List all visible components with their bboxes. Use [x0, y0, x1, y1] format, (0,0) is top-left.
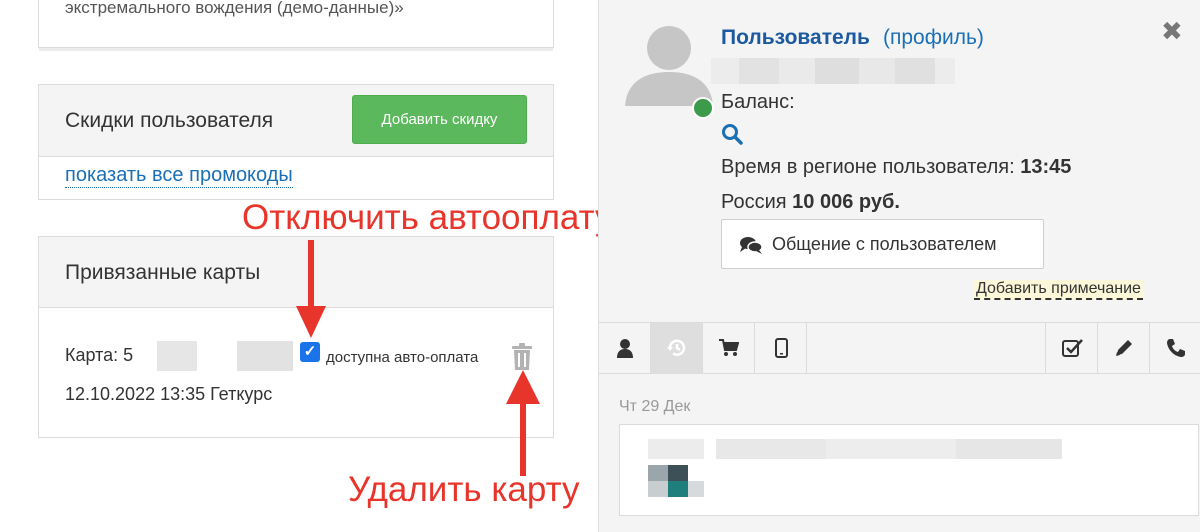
feed-message: [619, 424, 1199, 516]
tab-orders[interactable]: [703, 323, 755, 374]
pencil-icon: [1116, 340, 1132, 356]
cart-icon: [719, 339, 739, 356]
message-blur: [668, 481, 688, 497]
history-icon: [667, 339, 686, 356]
time-value: 13:45: [1020, 156, 1072, 178]
arrow-down-icon: [296, 240, 326, 338]
user-profile-panel: Пользователь (профиль) ✖ Баланс: Время в…: [598, 0, 1200, 532]
avatar: [625, 26, 713, 106]
close-icon[interactable]: ✖: [1161, 18, 1183, 44]
autopay-checkbox[interactable]: ✓: [300, 342, 320, 362]
autopay-label: доступна авто-оплата: [326, 349, 479, 366]
discounts-card: Скидки пользователя Добавить скидку пока…: [38, 84, 554, 200]
user-country-amount: Россия 10 006 руб.: [721, 191, 900, 214]
search-icon[interactable]: [721, 123, 743, 145]
checkbox-icon: [1062, 339, 1083, 357]
offer-card-text: экстремального вождения (демо-данные)»: [65, 0, 404, 17]
tab-notes[interactable]: [1097, 323, 1149, 374]
message-blur: [648, 481, 668, 497]
left-column: экстремального вождения (демо-данные)» С…: [0, 0, 613, 532]
card-date-line: 12.10.2022 13:35 Геткурс: [65, 384, 273, 404]
phone-icon: [1167, 339, 1185, 357]
annotation-delete-card: Удалить карту: [348, 470, 580, 509]
mobile-icon: [775, 338, 788, 358]
tab-tasks[interactable]: [1045, 323, 1097, 374]
balance-label: Баланс:: [721, 91, 795, 113]
comments-icon: [740, 237, 762, 254]
tab-user[interactable]: [599, 323, 651, 374]
add-discount-button[interactable]: Добавить скидку: [352, 95, 527, 144]
chat-with-user-label: Общение с пользователем: [772, 234, 997, 254]
discounts-card-header: Скидки пользователя Добавить скидку: [39, 85, 553, 157]
profile-link[interactable]: (профиль): [883, 26, 984, 50]
online-status-dot: [692, 97, 714, 119]
profile-tabs: [599, 322, 1200, 374]
amount: 10 006 руб.: [792, 191, 900, 213]
trash-icon[interactable]: [511, 343, 533, 371]
offer-card: экстремального вождения (демо-данные)»: [38, 0, 554, 51]
user-email-blur: [711, 58, 955, 84]
time-label: Время в регионе пользователя:: [721, 156, 1015, 178]
user-local-time: Время в регионе пользователя: 13:45: [721, 156, 1071, 179]
message-blur: [826, 439, 956, 459]
card-number-blur: [197, 341, 237, 371]
add-note-link[interactable]: Добавить примечание: [974, 280, 1143, 300]
message-blur: [648, 465, 668, 481]
country: Россия: [721, 191, 787, 213]
tab-devices[interactable]: [755, 323, 807, 374]
card-number-blur: [157, 341, 197, 371]
chat-with-user-button[interactable]: Общение с пользователем: [721, 219, 1044, 269]
message-blur: [716, 439, 826, 459]
message-blur: [668, 465, 688, 481]
tab-calls[interactable]: [1149, 323, 1200, 374]
card-number: Карта: 5: [65, 345, 134, 365]
message-blur: [648, 439, 704, 459]
message-blur: [688, 481, 704, 497]
card-divider: [39, 48, 553, 51]
user-icon: [617, 339, 633, 358]
arrow-up-icon: [506, 370, 540, 476]
linked-cards-title: Привязанные карты: [65, 261, 261, 284]
show-all-promocodes-link[interactable]: показать все промокоды: [65, 163, 293, 188]
card-number-blur: [237, 341, 293, 371]
tab-history[interactable]: [651, 323, 703, 374]
discounts-title: Скидки пользователя: [65, 109, 274, 132]
feed-day-label: Чт 29 Дек: [619, 398, 691, 415]
annotation-disable-autopay: Отключить автооплату: [242, 198, 613, 237]
message-blur: [956, 439, 1062, 459]
user-name-link[interactable]: Пользователь: [721, 26, 870, 50]
